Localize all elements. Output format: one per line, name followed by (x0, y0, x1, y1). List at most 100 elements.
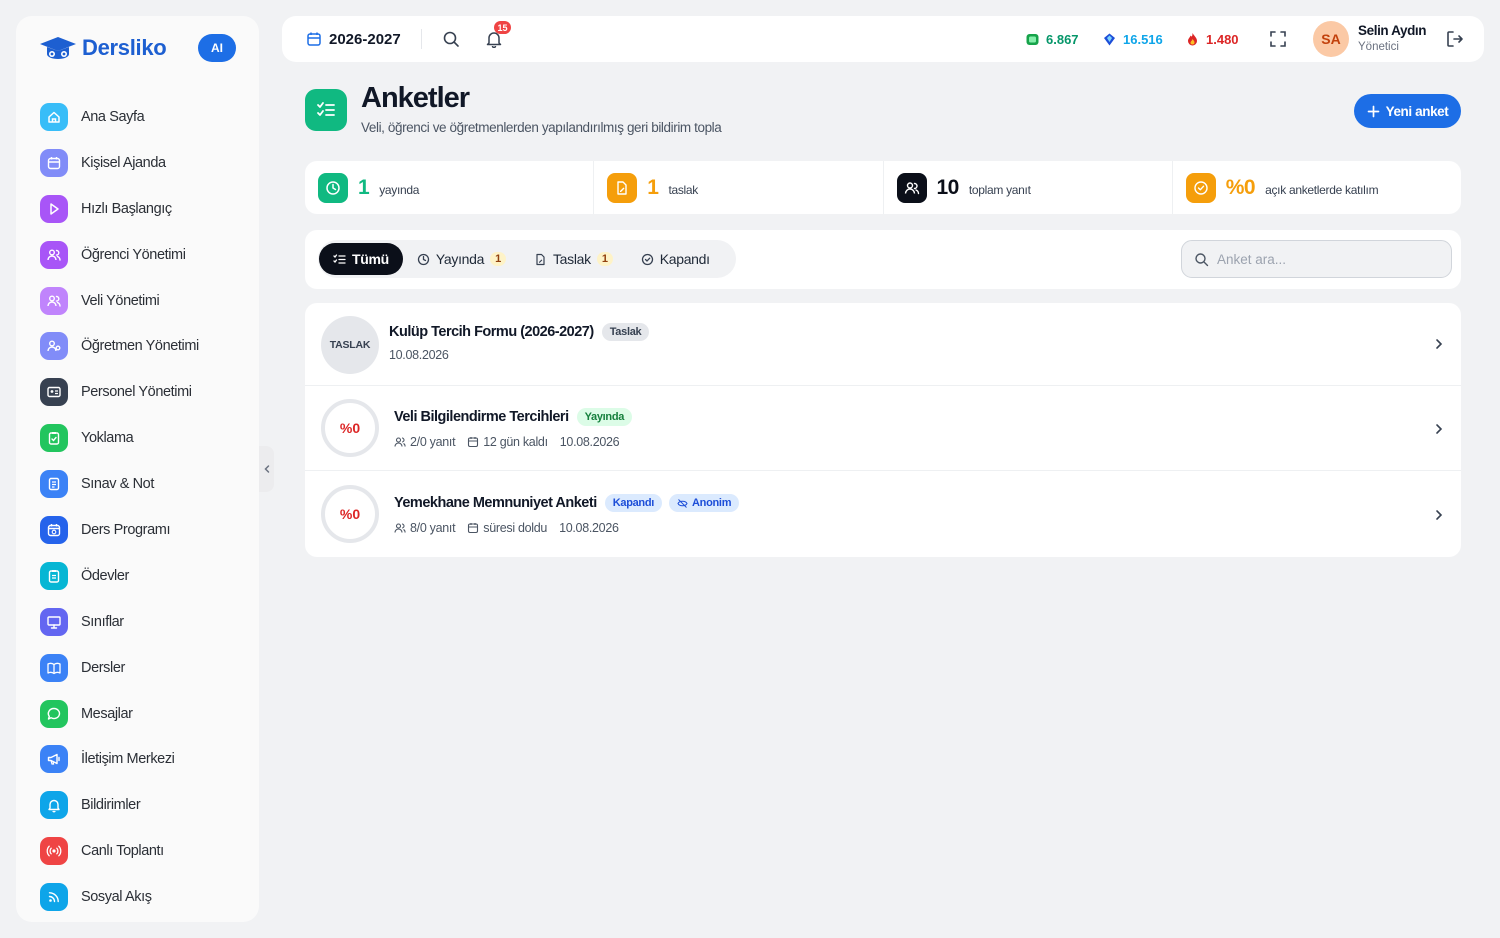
new-survey-label: Yeni anket (1385, 103, 1449, 119)
sidebar-item-veli-yonetimi[interactable]: Veli Yönetimi (40, 278, 240, 324)
chevron-right-icon (1436, 424, 1443, 434)
users-icon (394, 437, 406, 447)
check-circle-icon (1185, 172, 1216, 203)
users-icon (394, 523, 406, 533)
eye-off-icon (677, 498, 688, 508)
presentation-icon (40, 607, 68, 636)
draft-indicator: TASLAK (321, 316, 379, 374)
file-edit-icon (536, 253, 545, 265)
search-icon[interactable] (442, 30, 460, 48)
divider (421, 29, 422, 49)
sidebar-item-sosyal-akis[interactable]: Sosyal Akış (40, 874, 240, 920)
sidebar-item-sinav-not[interactable]: Sınav & Not (40, 461, 240, 507)
survey-row[interactable]: TASLAK Kulüp Tercih Formu (2026-2027) Ta… (305, 303, 1461, 386)
sidebar: Dersliko AI Ana Sayfa Kişisel Ajanda Hızlı… (16, 16, 259, 922)
megaphone-icon (40, 745, 68, 774)
calendar-clock-icon (468, 523, 479, 534)
tab-closed[interactable]: Kapandı (627, 243, 724, 275)
stat-responses-label: toplam yanıt (968, 183, 1031, 197)
stat-participation-label: açık anketlerde katılım (1265, 183, 1379, 197)
tab-draft[interactable]: Taslak 1 (520, 243, 627, 275)
anonymous-badge: Anonim (669, 494, 740, 512)
response-count-text: 8/0 yanıt (410, 521, 456, 535)
search-icon (1195, 252, 1209, 266)
book-open-icon (40, 653, 68, 682)
page-subtitle: Veli, öğrenci ve öğretmenlerden yapıland… (361, 120, 722, 135)
sidebar-item-label: İletişim Merkezi (81, 751, 175, 768)
sidebar-item-label: Kişisel Ajanda (81, 154, 166, 171)
academic-year: 2026-2027 (329, 30, 401, 48)
sidebar-item-ana-sayfa[interactable]: Ana Sayfa (40, 94, 240, 140)
avatar[interactable]: SA (1313, 21, 1349, 57)
users-icon (40, 240, 68, 269)
sidebar-item-label: Sınav & Not (81, 476, 154, 493)
academic-year-selector[interactable]: 2026-2027 (306, 16, 401, 62)
sidebar-item-canli-toplanti[interactable]: Canlı Toplantı (40, 828, 240, 874)
fire-value: 1.480 (1206, 31, 1239, 47)
chevron-right-icon (1436, 510, 1443, 520)
new-survey-button[interactable]: Yeni anket (1354, 94, 1461, 128)
fullscreen-icon[interactable] (1269, 30, 1287, 48)
response-count: 8/0 yanıt (394, 521, 456, 535)
sidebar-item-mesajlar[interactable]: Mesajlar (40, 691, 240, 737)
stat-published-label: yayında (379, 183, 420, 197)
sidebar-item-iletisim-merkezi[interactable]: İletişim Merkezi (40, 736, 240, 782)
user-name[interactable]: Selin Aydın (1358, 23, 1427, 38)
id-card-icon (40, 378, 68, 407)
survey-row[interactable]: %0 Yemekhane Memnuniyet Anketi Kapandı A… (305, 471, 1461, 557)
survey-date: 10.08.2026 (389, 348, 449, 362)
response-count-text: 2/0 yanıt (410, 435, 456, 449)
logout-icon[interactable] (1445, 29, 1465, 49)
sidebar-item-label: Öğrenci Yönetimi (81, 246, 186, 263)
blue-gem-value: 16.516 (1123, 31, 1163, 47)
search-input[interactable] (1217, 251, 1437, 267)
brand-logo[interactable]: Dersliko (38, 32, 167, 64)
notification-count-badge: 15 (494, 21, 511, 34)
green-gem-stat: 6.867 (1025, 16, 1079, 62)
remaining-time: 12 gün kaldı (467, 435, 548, 449)
sidebar-item-label: Canlı Toplantı (81, 843, 164, 860)
stat-participation-value: %0 (1225, 175, 1256, 199)
sidebar-item-bildirimler[interactable]: Bildirimler (40, 782, 240, 828)
users-icon (40, 286, 68, 315)
remaining-time-text: 12 gün kaldı (483, 435, 548, 449)
survey-title: Kulüp Tercih Formu (2026-2027) (389, 324, 594, 340)
survey-list: TASLAK Kulüp Tercih Formu (2026-2027) Ta… (305, 303, 1461, 557)
sidebar-item-hizli-baslangic[interactable]: Hızlı Başlangıç (40, 186, 240, 232)
survey-meta: 2/0 yanıt 12 gün kaldı 10.08.2026 (394, 435, 620, 449)
page-title: Anketler (361, 82, 470, 114)
sidebar-item-label: Mesajlar (81, 705, 133, 722)
tab-all[interactable]: Tümü (319, 243, 403, 275)
anonymous-badge-label: Anonim (692, 497, 732, 509)
brand-name: Dersliko (82, 35, 167, 60)
sidebar-item-ogretmen-yonetimi[interactable]: Öğretmen Yönetimi (40, 323, 240, 369)
stat-responses-value: 10 (936, 175, 960, 199)
survey-search (1181, 240, 1452, 278)
survey-row[interactable]: %0 Veli Bilgilendirme Tercihleri Yayında… (305, 386, 1461, 471)
sidebar-item-ogrenci-yonetimi[interactable]: Öğrenci Yönetimi (40, 232, 240, 278)
sidebar-item-label: Bildirimler (81, 797, 141, 814)
tab-published[interactable]: Yayında 1 (403, 243, 520, 275)
stat-published-value: 1 (358, 175, 370, 199)
sidebar-collapse-button[interactable] (259, 446, 274, 492)
top-bar: 2026-2027 15 6.867 16.516 1.480 SA Selin… (282, 16, 1484, 62)
sidebar-item-personel-yonetimi[interactable]: Personel Yönetimi (40, 369, 240, 415)
sidebar-item-odevler[interactable]: Ödevler (40, 553, 240, 599)
list-check-icon (333, 253, 346, 264)
broadcast-icon (40, 837, 68, 866)
status-badge: Kapandı (604, 494, 663, 512)
ai-button[interactable]: AI (198, 34, 236, 62)
sidebar-item-siniflar[interactable]: Sınıflar (40, 599, 240, 645)
participation-ring: %0 (321, 399, 379, 457)
sidebar-item-yoklama[interactable]: Yoklama (40, 415, 240, 461)
fire-stat: 1.480 (1185, 16, 1239, 62)
calendar-icon (40, 148, 68, 177)
sidebar-item-dersler[interactable]: Dersler (40, 645, 240, 691)
status-badge: Taslak (601, 323, 650, 341)
sidebar-item-ders-programi[interactable]: Ders Programı (40, 507, 240, 553)
users-icon (896, 172, 927, 203)
sidebar-item-kisisel-ajanda[interactable]: Kişisel Ajanda (40, 140, 240, 186)
survey-title: Yemekhane Memnuniyet Anketi (394, 495, 597, 511)
clipboard-list-icon (40, 561, 68, 590)
check-circle-icon (641, 253, 653, 265)
